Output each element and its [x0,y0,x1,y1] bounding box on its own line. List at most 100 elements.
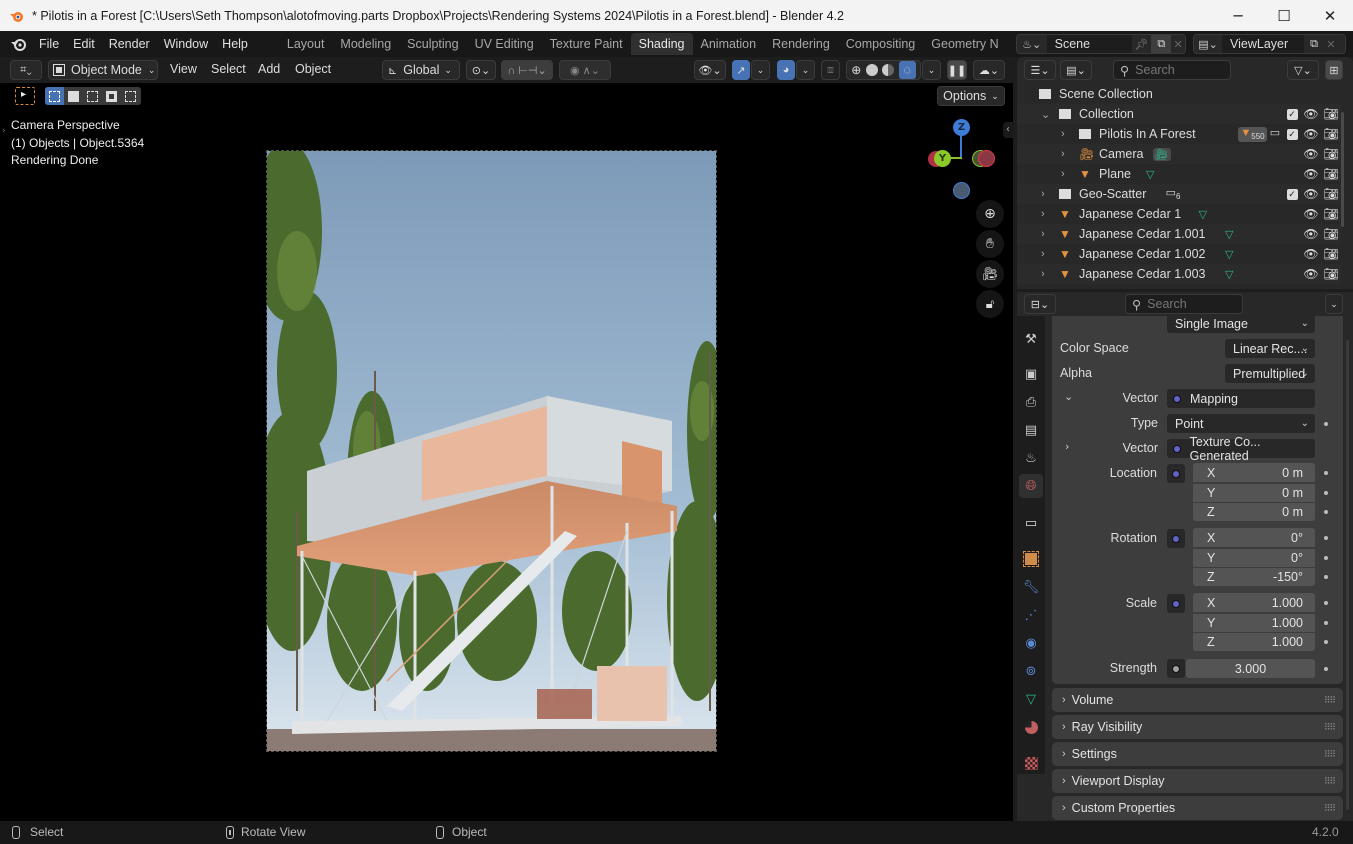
expand-icon[interactable]: › [1041,208,1045,220]
mesh-data-icon[interactable]: ▽ [1146,168,1154,181]
tab-tool[interactable]: ⚒︎ [1019,327,1043,351]
viewlayer-name[interactable]: ViewLayer [1222,35,1304,53]
keyframe-dot-icon[interactable] [1324,601,1328,605]
viewport-menu-object[interactable]: Object [295,62,331,76]
vector2-expand-icon[interactable]: › [1065,440,1069,453]
drag-handle-icon[interactable]: ⠿⠿ [1324,803,1336,814]
select-invert-icon[interactable] [102,87,121,105]
viewport-menu-add[interactable]: Add [258,62,280,76]
render-camera-icon[interactable]: 📷︎ [1323,267,1338,281]
select-subtract-icon[interactable] [83,87,102,105]
pan-view-button[interactable]: ✋︎ [976,230,1004,258]
outliner-row[interactable]: ⌄ Collection ✓ 👁︎ 📷︎ [1017,104,1341,124]
visibility-eye-icon[interactable]: 👁︎ [1303,207,1318,221]
subpanel-ray-visibility[interactable]: › Ray Visibility ⠿⠿ [1052,715,1343,739]
render-camera-icon[interactable]: 📷︎ [1323,107,1338,121]
select-new-icon[interactable] [45,87,64,105]
pivot-point-button[interactable]: ⊙⌄ [466,60,496,80]
expand-icon[interactable]: › [1041,188,1045,200]
outliner-row[interactable]: › ▼ Japanese Cedar 1.003 ▽ 👁︎ 📷︎ [1017,264,1341,284]
outliner-row[interactable]: › 🎥︎ Camera 🎥︎ 👁︎ 📷︎ [1017,144,1341,164]
keyframe-dot-icon[interactable] [1324,422,1328,426]
render-camera-icon[interactable]: 📷︎ [1323,187,1338,201]
gizmo-y-axis[interactable]: Y [934,150,951,167]
solid-shading-icon[interactable] [865,64,878,76]
tab-object[interactable] [1019,547,1043,571]
keyframe-dot-icon[interactable] [1324,490,1328,495]
tab-texture[interactable] [1019,751,1043,775]
workspace-tab-texture-paint[interactable]: Texture Paint [542,33,631,55]
color-space-dropdown[interactable]: Linear Rec.... ⌄ [1225,339,1315,358]
new-scene-icon[interactable]: ⧉ [1151,35,1172,53]
strength-field[interactable]: 3.000 [1186,659,1315,678]
drag-handle-icon[interactable]: ⠿⠿ [1324,722,1336,733]
shading-dropdown[interactable]: ⌄ [922,60,941,80]
expand-icon[interactable]: › [1061,168,1065,180]
outliner-scrollbar[interactable] [1341,112,1344,227]
visibility-eye-icon[interactable]: 👁︎ [1303,147,1318,161]
properties-search-input[interactable]: ⚲ Search [1125,294,1243,314]
visibility-eye-icon[interactable]: 👁︎ [1303,227,1318,241]
tab-world[interactable]: 🌐︎ [1019,474,1043,498]
vector-collapse-icon[interactable]: ⌄ [1064,390,1073,403]
render-camera-icon[interactable]: 📷︎ [1323,227,1338,241]
lock-camera-button[interactable]: 🔓︎ [976,290,1004,318]
workspace-tab-layout[interactable]: Layout [279,33,333,55]
outliner-row[interactable]: › ▼ Japanese Cedar 1.002 ▽ 👁︎ 📷︎ [1017,244,1341,264]
visibility-eye-icon[interactable]: 👁︎ [1303,247,1318,261]
render-camera-icon[interactable]: 📷︎ [1323,247,1338,261]
keyframe-dot-icon[interactable] [1324,471,1328,475]
keyframe-dot-icon[interactable] [1324,575,1328,579]
options-dropdown[interactable]: Options ⌄ [937,86,1005,106]
keyframe-dot-icon[interactable] [1324,667,1328,671]
gizmo-dropdown[interactable]: ⌄ [751,60,770,80]
drag-handle-icon[interactable]: ⠿⠿ [1324,749,1336,760]
visibility-eye-icon[interactable]: 👁︎ [1303,187,1318,201]
visibility-eye-icon[interactable]: 👁︎ [1303,267,1318,281]
location-x-field[interactable]: X 0 m [1193,463,1315,482]
pin-icon[interactable]: 📌︎ [1132,38,1152,51]
workspace-tab-compositing[interactable]: Compositing [838,33,923,55]
keyframe-dot-icon[interactable] [1324,640,1328,644]
scene-selector[interactable]: ♨⌄ Scene 📌︎ ⧉ ✕ [1016,34,1186,54]
camera-data-icon[interactable]: 🎥︎ [1152,147,1171,161]
type-dropdown[interactable]: Point ⌄ [1167,414,1315,433]
tab-material[interactable] [1019,715,1043,739]
tab-collection[interactable]: ▭ [1019,511,1043,535]
scale-x-field[interactable]: X 1.000 [1193,593,1315,612]
filter-dropdown[interactable]: ▽⌄ [1287,60,1319,80]
outliner-row[interactable]: › ▼ Plane ▽ 👁︎ 📷︎ [1017,164,1341,184]
location-z-field[interactable]: Z 0 m [1193,502,1315,521]
workspace-tab-modeling[interactable]: Modeling [332,33,399,55]
outliner-editor-type[interactable]: ☰⌄ [1024,60,1056,80]
rotation-x-field[interactable]: X 0° [1193,528,1315,547]
tab-particles[interactable]: ⋰ [1019,603,1043,627]
tab-scene[interactable]: ♨ [1019,446,1043,470]
subpanel-viewport-display[interactable]: › Viewport Display ⠿⠿ [1052,769,1343,793]
expand-icon[interactable]: › [1061,128,1065,140]
mode-dropdown[interactable]: Object Mode ⌄ [48,60,158,80]
gizmo-z-axis[interactable]: Z [953,119,970,136]
subpanel-settings[interactable]: › Settings ⠿⠿ [1052,742,1343,766]
rotation-y-field[interactable]: Y 0° [1193,547,1315,567]
exclude-checkbox[interactable]: ✓ [1285,127,1299,141]
delete-viewlayer-icon[interactable]: ✕ [1324,38,1338,51]
location-socket[interactable] [1167,464,1185,483]
scale-socket[interactable] [1167,594,1185,613]
workspace-tab-shading[interactable]: Shading [630,33,693,55]
camera-view-button[interactable]: 🎥︎ [976,260,1004,288]
viewlayer-selector[interactable]: ▤⌄ ViewLayer ⧉ ✕ [1193,34,1346,54]
keyframe-dot-icon[interactable] [1324,555,1328,560]
keyframe-dot-icon[interactable] [1324,620,1328,625]
pause-render-button[interactable]: ❚❚ [947,60,967,80]
drag-handle-icon[interactable]: ⠿⠿ [1324,776,1336,787]
render-camera-icon[interactable]: 📷︎ [1323,147,1338,161]
select-intersect-icon[interactable] [121,87,140,105]
zoom-view-button[interactable]: ⊕ [976,200,1004,228]
vector-input-link[interactable]: Mapping [1167,389,1315,408]
scale-y-field[interactable]: Y 1.000 [1193,612,1315,632]
collapse-icon[interactable]: ⌄ [1041,108,1050,121]
mesh-data-icon[interactable]: ▽ [1199,208,1207,221]
workspace-tab-animation[interactable]: Animation [693,33,765,55]
overlays-toggle[interactable]: ◕ [777,60,795,80]
